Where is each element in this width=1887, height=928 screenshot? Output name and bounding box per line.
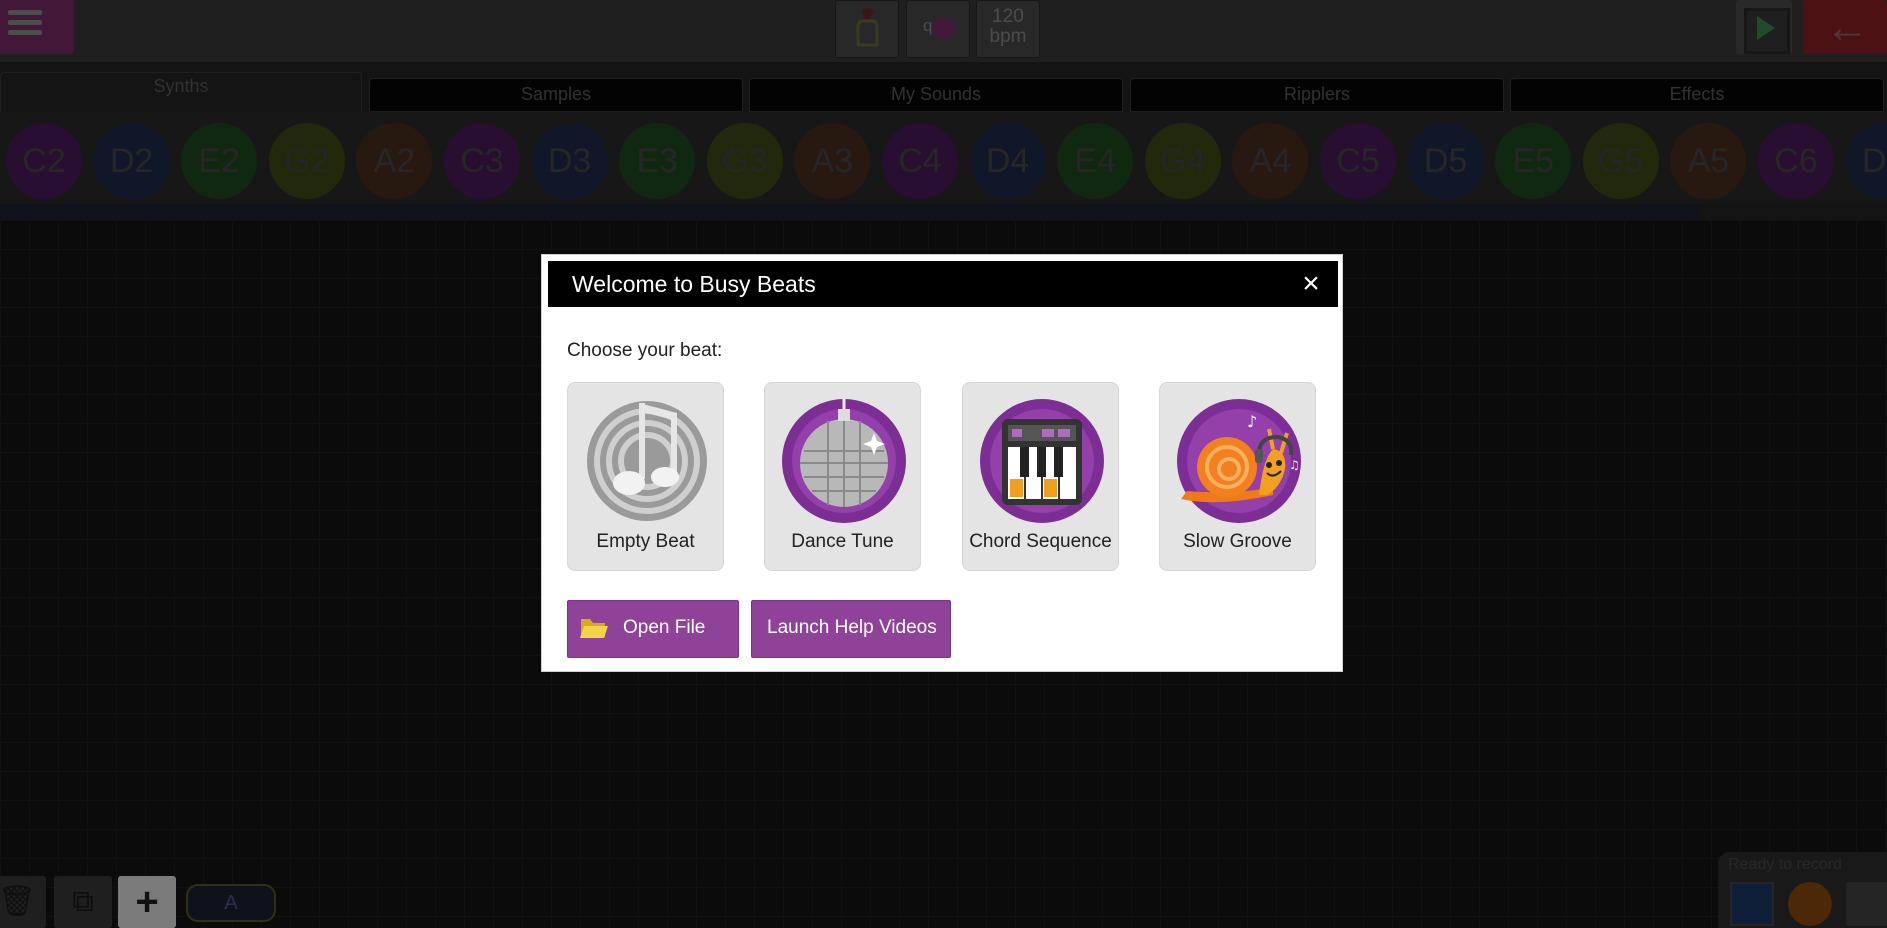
beat-label: Chord Sequence — [969, 531, 1112, 552]
close-icon[interactable]: × — [1296, 269, 1326, 299]
svg-text:♪: ♪ — [1247, 412, 1257, 431]
beat-prompt: Choose your beat: — [567, 340, 723, 361]
dialog-title: Welcome to Busy Beats — [572, 271, 816, 297]
open-file-label: Open File — [623, 617, 706, 638]
beat-option-slow-groove[interactable]: ♪ ♫ Slow Groove — [1159, 382, 1316, 571]
beat-option-empty-beat[interactable]: Empty Beat — [567, 382, 724, 571]
beat-label: Empty Beat — [596, 531, 695, 552]
music-note-icon — [587, 401, 707, 521]
disco-ball-icon — [782, 399, 906, 523]
launch-help-videos-button[interactable]: Launch Help Videos — [751, 600, 951, 658]
keyboard-icon — [980, 399, 1104, 523]
help-videos-label: Launch Help Videos — [767, 617, 937, 638]
svg-text:♫: ♫ — [1289, 458, 1300, 472]
snail-icon: ♪ ♫ — [1177, 399, 1301, 523]
folder-icon — [580, 619, 608, 638]
open-file-button[interactable]: Open File — [567, 600, 739, 658]
beat-label: Slow Groove — [1183, 531, 1292, 552]
beat-option-dance-tune[interactable]: Dance Tune — [764, 382, 921, 571]
beat-label: Dance Tune — [791, 531, 894, 552]
welcome-dialog: Welcome to Busy Beats × Choose your beat… — [541, 254, 1343, 672]
dialog-header: Welcome to Busy Beats × — [548, 261, 1338, 307]
beat-option-chord-sequence[interactable]: Chord Sequence — [962, 382, 1119, 571]
